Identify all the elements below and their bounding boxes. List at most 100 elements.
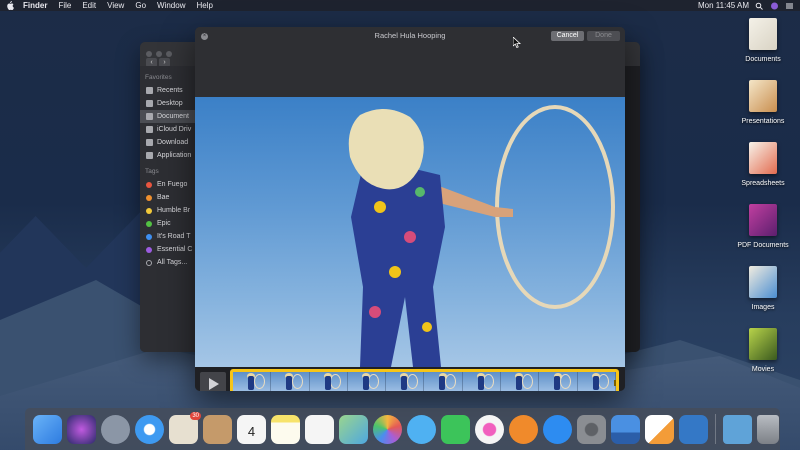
- facetime-app-icon[interactable]: [441, 414, 470, 444]
- blue-tag-icon: [146, 233, 152, 240]
- download-icon: [146, 139, 153, 146]
- desktop-stack-documents[interactable]: Documents: [734, 14, 792, 76]
- siri-icon[interactable]: [770, 2, 779, 10]
- sidebar-item-label: Essential C: [157, 246, 193, 253]
- sidebar-item-label: Application: [157, 152, 192, 159]
- quicklook-trim-window: × Rachel Hula Hooping Cancel Done: [195, 27, 625, 391]
- trim-handle-right[interactable]: [614, 380, 616, 386]
- close-window-button[interactable]: [146, 51, 152, 57]
- cancel-button[interactable]: Cancel: [551, 31, 584, 41]
- zoom-window-button[interactable]: [166, 51, 172, 57]
- apple-icon[interactable]: [6, 1, 14, 10]
- trim-timeline: [195, 367, 625, 391]
- sidebar-tag-epic[interactable]: Epic: [140, 217, 196, 230]
- sidebar-item-documents[interactable]: Document: [140, 110, 196, 123]
- photos-app-icon[interactable]: [373, 414, 402, 444]
- finder-sidebar: Favorites Recents Desktop Document iClou…: [140, 66, 196, 352]
- sidebar-tag-humble-brag[interactable]: Humble Br: [140, 204, 196, 217]
- downloads-stack-icon[interactable]: [723, 414, 752, 444]
- print-pattern: [422, 322, 432, 332]
- sidebar-tag-road-trip[interactable]: It's Road T: [140, 230, 196, 243]
- system-preferences-app-icon[interactable]: [577, 414, 606, 444]
- pages-app-icon[interactable]: [645, 414, 674, 444]
- pdf-stack-icon: [749, 204, 777, 236]
- menu-finder[interactable]: Finder: [23, 1, 47, 10]
- contacts-app-icon[interactable]: [203, 414, 232, 444]
- sidebar-item-applications[interactable]: Application: [140, 149, 196, 162]
- notes-app-icon[interactable]: [271, 414, 300, 444]
- done-button[interactable]: Done: [587, 31, 620, 41]
- safari-app-icon[interactable]: [135, 414, 164, 444]
- sidebar-item-label: Desktop: [157, 100, 183, 107]
- menu-window[interactable]: Window: [157, 1, 185, 10]
- maps-app-icon[interactable]: [339, 414, 368, 444]
- appstore-app-icon[interactable]: [543, 414, 572, 444]
- sidebar-item-recents[interactable]: Recents: [140, 84, 196, 97]
- sidebar-tag-en-fuego[interactable]: En Fuego: [140, 178, 196, 191]
- sidebar-item-label: Document: [157, 113, 189, 120]
- filmstrip-frame: [347, 372, 387, 391]
- menu-clock[interactable]: Mon 11:45 AM: [698, 1, 749, 10]
- desktop-stack-label: Documents: [745, 56, 781, 63]
- desktop-stack-pdf-documents[interactable]: PDF Documents: [734, 200, 792, 262]
- menu-go[interactable]: Go: [135, 1, 146, 10]
- favorites-heading: Favorites: [145, 74, 172, 81]
- itunes-app-icon[interactable]: [475, 414, 504, 444]
- keynote-app-icon[interactable]: [611, 414, 640, 444]
- calendar-day: 4: [247, 423, 256, 439]
- green-tag-icon: [146, 220, 152, 227]
- photo-app-icon[interactable]: 30: [169, 411, 201, 444]
- menu-file[interactable]: File: [58, 1, 71, 10]
- calendar-app-icon[interactable]: 4: [237, 414, 266, 444]
- filmstrip-frame: [539, 372, 578, 391]
- finder-app-icon[interactable]: [33, 414, 62, 444]
- menu-help[interactable]: Help: [196, 1, 212, 10]
- desktop-stack-presentations[interactable]: Presentations: [734, 76, 792, 138]
- xcode-app-icon[interactable]: [679, 414, 708, 444]
- sidebar-item-label: Download: [157, 139, 189, 146]
- sidebar-item-downloads[interactable]: Download: [140, 136, 196, 149]
- all-tags-icon: [146, 259, 152, 266]
- launchpad-app-icon[interactable]: [101, 414, 130, 444]
- desktop-icon: [146, 100, 153, 107]
- desktop-stack-label: Spreadsheets: [741, 180, 785, 187]
- filmstrip-frame: [271, 372, 310, 391]
- images-stack-icon: [749, 266, 777, 298]
- desktop-stack-movies[interactable]: Movies: [734, 324, 792, 386]
- desktop-stack-spreadsheets[interactable]: Spreadsheets: [734, 138, 792, 200]
- hula-hoop-shape: [495, 105, 615, 309]
- notification-center-icon[interactable]: [785, 2, 794, 10]
- sidebar-item-label: Epic: [157, 220, 171, 227]
- applications-icon: [146, 152, 153, 159]
- books-app-icon[interactable]: [509, 414, 538, 444]
- desktop-stack-images[interactable]: Images: [734, 262, 792, 324]
- minimize-window-button[interactable]: [156, 51, 162, 57]
- menu-view[interactable]: View: [107, 1, 124, 10]
- movies-stack-icon: [749, 328, 777, 360]
- play-icon: [209, 378, 219, 390]
- desktop-stack-label: Movies: [751, 366, 775, 373]
- menu-edit[interactable]: Edit: [82, 1, 96, 10]
- dock: 30 4: [25, 408, 780, 450]
- orange-tag-icon: [146, 194, 152, 201]
- trim-filmstrip[interactable]: [230, 369, 619, 391]
- print-pattern: [374, 201, 386, 213]
- sidebar-item-icloud-drive[interactable]: iCloud Driv: [140, 123, 196, 136]
- reminders-app-icon[interactable]: [305, 414, 334, 444]
- play-button[interactable]: [200, 372, 226, 391]
- sidebar-tag-essential[interactable]: Essential C: [140, 243, 196, 256]
- menu-bar: Finder File Edit View Go Window Help Mon…: [0, 0, 800, 11]
- tags-heading: Tags: [145, 168, 159, 175]
- filmstrip-frame: [577, 372, 616, 391]
- sidebar-item-desktop[interactable]: Desktop: [140, 97, 196, 110]
- video-preview[interactable]: [195, 97, 625, 367]
- print-pattern: [389, 266, 401, 278]
- siri-app-icon[interactable]: [67, 414, 96, 444]
- sidebar-tag-bae[interactable]: Bae: [140, 191, 196, 204]
- presentations-stack-icon: [749, 80, 777, 112]
- messages-app-icon[interactable]: [407, 414, 436, 444]
- sidebar-all-tags[interactable]: All Tags...: [140, 256, 196, 269]
- spotlight-icon[interactable]: [755, 2, 764, 10]
- trash-icon[interactable]: [757, 414, 779, 444]
- jumpsuit-shape: [351, 157, 445, 367]
